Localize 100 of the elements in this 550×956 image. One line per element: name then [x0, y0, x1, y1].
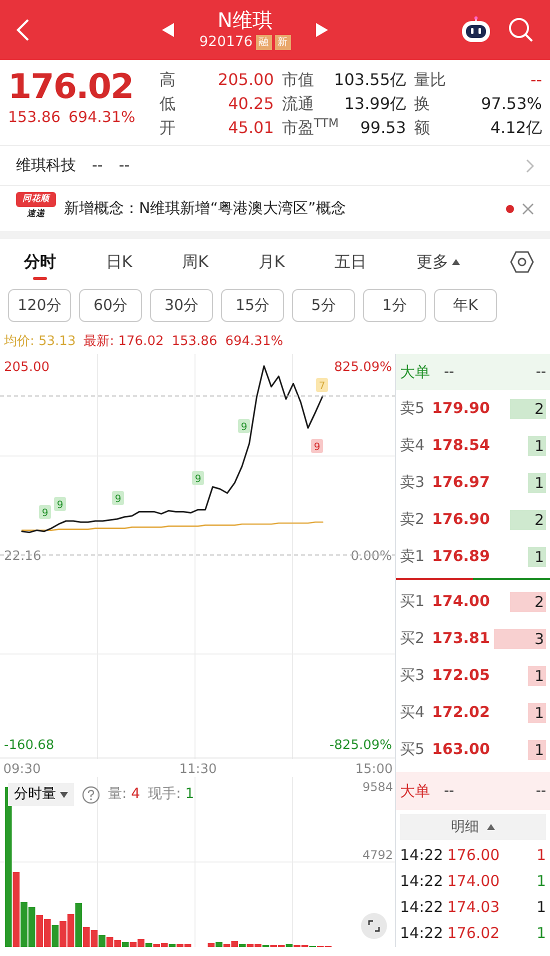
- order-level: 买4: [399, 702, 426, 724]
- order-quantity: 1: [528, 666, 546, 686]
- order-price: 176.97: [432, 472, 491, 494]
- more-menu-tab[interactable]: 更多: [416, 239, 460, 285]
- axis-label: 825.09%: [334, 360, 392, 375]
- chart-tab[interactable]: 周K: [182, 239, 208, 285]
- order-level: 卖1: [399, 546, 426, 568]
- period-button[interactable]: 5分: [292, 289, 355, 322]
- order-quantity: 1: [528, 740, 546, 760]
- price-change: 153.86: [8, 107, 60, 128]
- trade-quantity: 1: [536, 870, 546, 892]
- order-price: 163.00: [432, 739, 491, 760]
- order-level: 买5: [399, 739, 426, 760]
- axis-label: -160.68: [4, 738, 54, 753]
- news-text[interactable]: 新增概念：N维琪新增“粤港澳大湾区”概念: [64, 197, 498, 220]
- order-quantity: 1: [528, 546, 546, 566]
- trade-time: 14:22: [400, 844, 444, 866]
- company-value: --: [118, 155, 130, 176]
- company-name: 维琪科技: [16, 155, 76, 176]
- trade-time: 14:22: [400, 922, 444, 944]
- big-order-value: --: [536, 782, 546, 800]
- order-price: 174.00: [432, 591, 491, 612]
- axis-label: 9584: [362, 780, 393, 794]
- big-order-value: --: [444, 362, 456, 382]
- order-quantity: 1: [528, 702, 546, 722]
- period-button[interactable]: 30分: [150, 289, 213, 322]
- order-quantity: 3: [494, 628, 546, 648]
- trade-time: 14:22: [400, 896, 444, 918]
- period-button[interactable]: 120分: [8, 289, 71, 322]
- latest-price: 最新: 176.02: [84, 333, 164, 352]
- order-quantity: 2: [510, 592, 546, 612]
- axis-label: 4792: [362, 848, 393, 862]
- hand-readout: 现手: 1: [148, 785, 194, 804]
- order-price: 173.81: [432, 628, 491, 650]
- signal-tag: 9: [238, 419, 250, 433]
- average-price: 均价: 53.13: [4, 333, 76, 352]
- stat-value: 45.01: [228, 117, 274, 139]
- order-level: 买3: [399, 665, 426, 686]
- price-change: 153.86: [172, 333, 218, 352]
- order-price: 178.54: [432, 435, 491, 456]
- stat-label: 市盈$^{TTM}$: [282, 116, 339, 139]
- stat-label: 换: [414, 93, 430, 115]
- detail-header[interactable]: 明细: [400, 814, 546, 840]
- trade-quantity: 1: [536, 922, 546, 944]
- period-button[interactable]: 15分: [221, 289, 284, 322]
- stat-value: --: [530, 69, 542, 91]
- signal-tag: 9: [311, 439, 323, 453]
- stock-tag: 融: [256, 34, 272, 50]
- stat-label: 开: [160, 117, 176, 139]
- trade-time: 14:22: [400, 870, 444, 892]
- signal-tag: 9: [39, 505, 51, 519]
- change-percent: 694.31%: [68, 107, 136, 128]
- signal-tag: 9: [192, 471, 204, 485]
- logo-text: 速递: [27, 208, 45, 220]
- big-order-value: --: [444, 782, 456, 800]
- trade-quantity: 1: [536, 844, 546, 866]
- chart-tab[interactable]: 日K: [106, 239, 132, 285]
- period-button[interactable]: 1分: [363, 289, 426, 322]
- stat-value: 99.53: [360, 117, 406, 139]
- stock-tag: 新: [274, 34, 291, 50]
- chart-tab[interactable]: 月K: [258, 239, 285, 285]
- stat-value: 97.53%: [480, 93, 542, 115]
- order-level: 买1: [399, 591, 426, 612]
- period-button[interactable]: 年K: [434, 289, 497, 322]
- signal-tag: 9: [112, 491, 124, 505]
- big-order-value: --: [536, 362, 546, 382]
- trade-price: 174.03: [447, 896, 501, 918]
- indicator-dropdown[interactable]: 分时量: [8, 783, 74, 806]
- time-label: 15:00: [355, 762, 393, 777]
- stat-label: 流通: [282, 93, 314, 115]
- stat-value: 40.25: [228, 93, 274, 115]
- company-value: --: [92, 155, 103, 176]
- order-quantity: 1: [528, 436, 546, 456]
- chart-tab[interactable]: 分时: [24, 239, 56, 285]
- time-label: 11:30: [179, 762, 217, 777]
- stat-label: 高: [160, 69, 176, 91]
- stock-code: 920176: [199, 32, 253, 52]
- order-price: 179.90: [432, 398, 491, 420]
- trade-price: 174.00: [447, 870, 501, 892]
- big-order-label: 大单: [400, 362, 431, 383]
- trade-price: 176.02: [447, 922, 501, 944]
- stat-label: 额: [414, 117, 430, 139]
- period-button[interactable]: 60分: [79, 289, 142, 322]
- order-level: 买2: [399, 628, 426, 650]
- axis-label: 205.00: [4, 360, 50, 375]
- last-price: 176.02: [8, 68, 134, 106]
- stat-value: 205.00: [218, 69, 274, 91]
- chart-tab[interactable]: 五日: [334, 239, 366, 285]
- stat-value: 4.12亿: [490, 117, 542, 139]
- axis-label: -825.09%: [329, 738, 392, 753]
- stat-label: 市值: [282, 69, 314, 91]
- time-label: 09:30: [3, 762, 41, 777]
- order-level: 卖3: [399, 472, 426, 494]
- order-level: 卖4: [399, 435, 426, 456]
- order-quantity: 1: [528, 472, 546, 492]
- signal-tag: 7: [316, 378, 328, 392]
- order-level: 卖5: [399, 398, 426, 420]
- order-price: 176.90: [432, 509, 491, 530]
- order-price: 172.02: [432, 702, 491, 724]
- order-price: 176.89: [432, 546, 491, 568]
